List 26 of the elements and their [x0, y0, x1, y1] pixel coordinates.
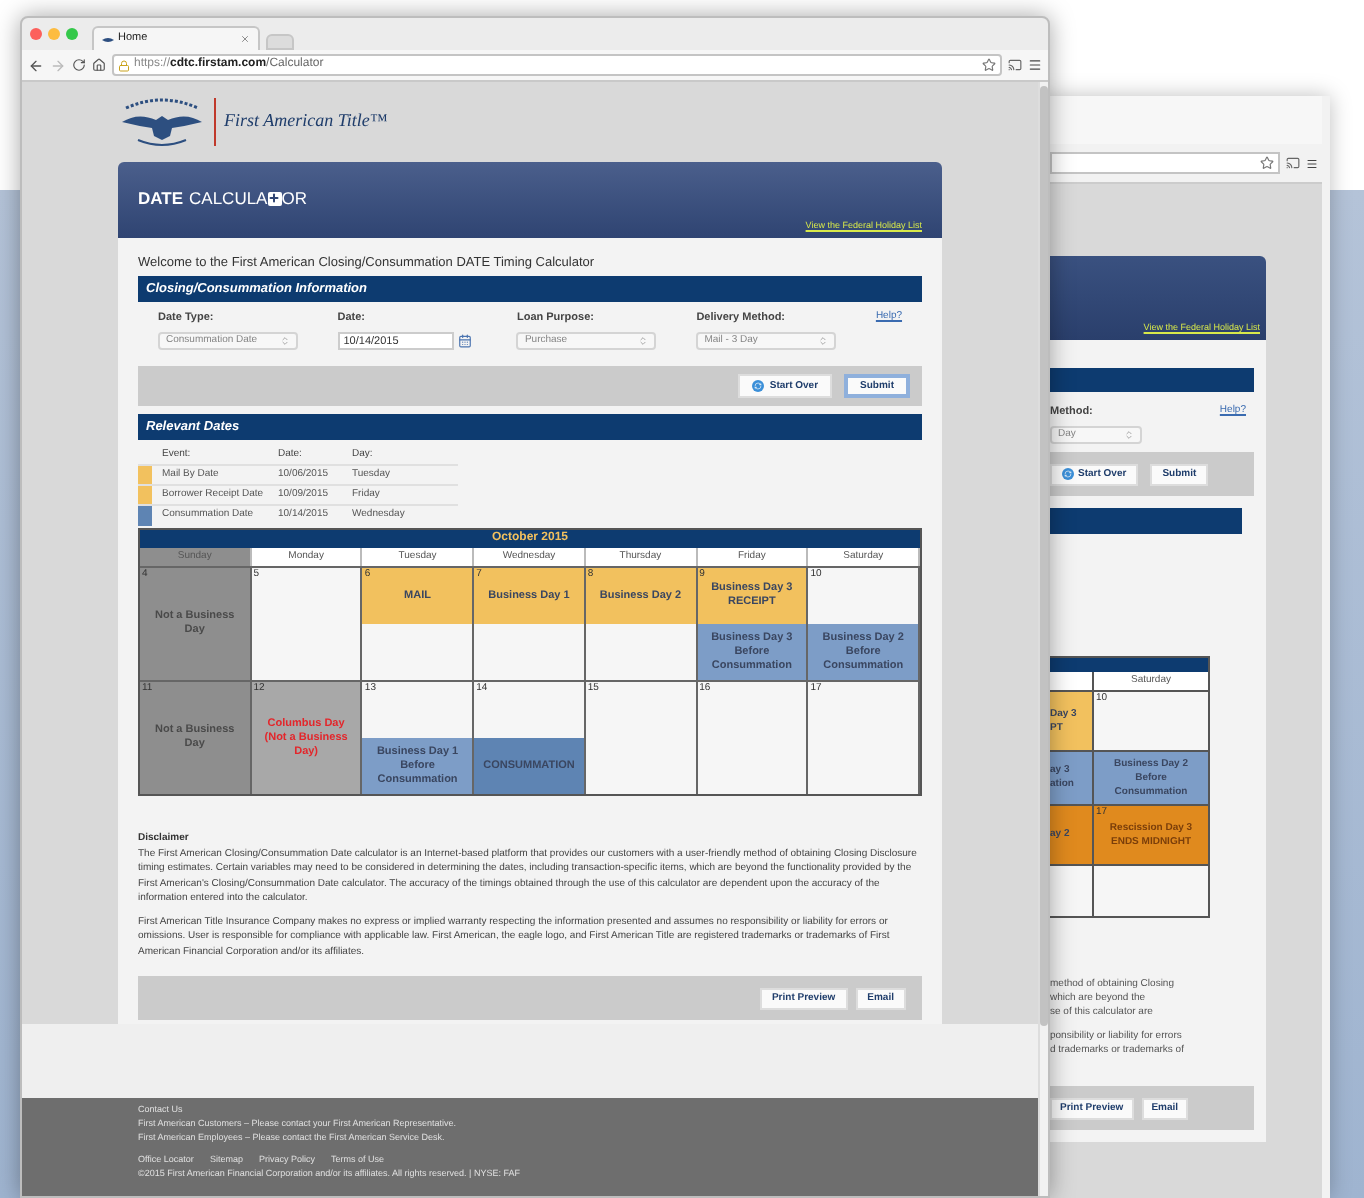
title-text: OR — [281, 186, 307, 212]
cast-icon[interactable] — [1008, 58, 1022, 72]
eagle-favicon-icon — [102, 35, 114, 43]
lock-icon — [118, 59, 130, 71]
chevrons-icon — [1124, 430, 1134, 441]
bookmark-star-icon[interactable] — [1260, 156, 1274, 170]
eagle-logo — [118, 96, 206, 148]
reload-icon[interactable] — [72, 58, 86, 72]
chevrons-icon — [280, 336, 290, 347]
chevrons-icon — [638, 336, 649, 347]
chevrons-icon — [818, 336, 829, 347]
home-icon[interactable] — [92, 58, 106, 72]
refresh-icon — [751, 380, 764, 393]
bookmark-star-icon[interactable] — [982, 58, 996, 72]
plus-icon — [267, 191, 282, 206]
close-window-icon[interactable] — [30, 28, 42, 40]
scrollbar[interactable] — [1038, 82, 1048, 1196]
menu-icon[interactable] — [1306, 157, 1318, 169]
title-text: CALCULA — [189, 186, 268, 212]
brand-name: First American Title™ — [224, 108, 388, 135]
menu-icon[interactable] — [1028, 58, 1042, 72]
refresh-icon — [1062, 468, 1074, 481]
back-icon[interactable] — [28, 57, 44, 73]
cast-icon[interactable] — [1286, 156, 1300, 170]
title-bold: DATE — [138, 186, 184, 212]
calendar-icon[interactable] — [457, 334, 472, 349]
